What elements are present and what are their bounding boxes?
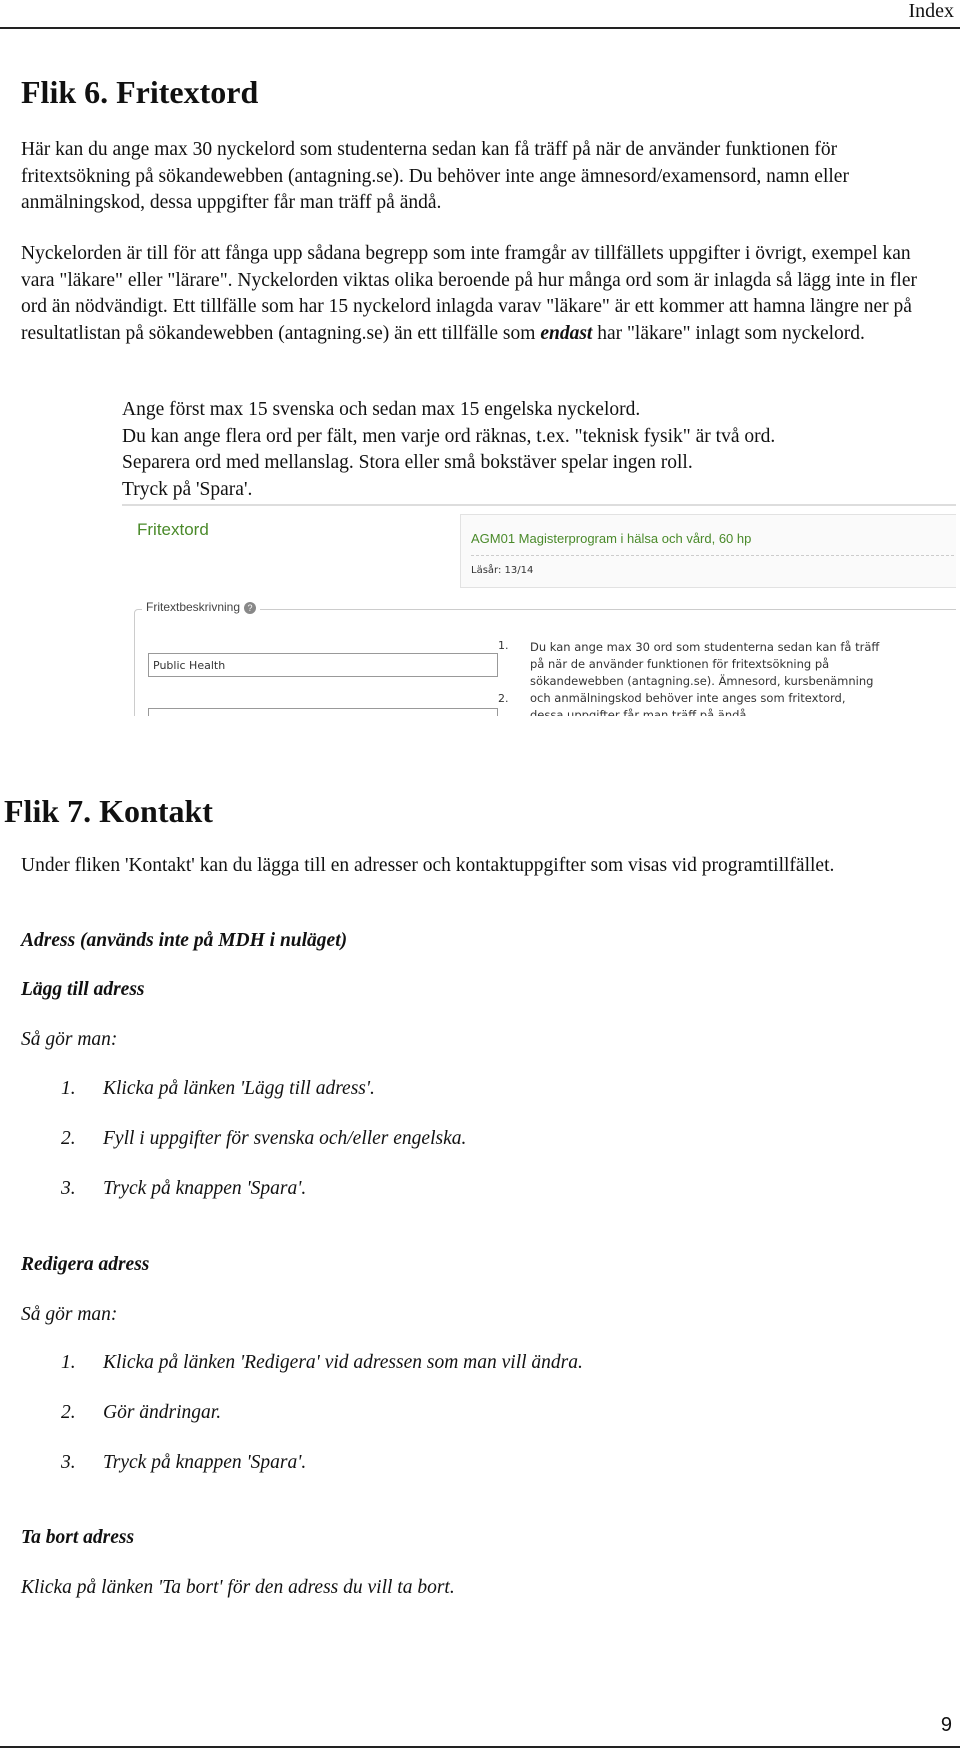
number-1: 1. [498, 639, 509, 652]
page-number: 9 [940, 1714, 952, 1736]
instruction-line: Du kan ange flera ord per fält, men varj… [122, 425, 776, 447]
divider [471, 555, 956, 556]
section-title-flik7: Flik 7. Kontakt [4, 793, 213, 829]
remove-address-heading: Ta bort adress [21, 1527, 135, 1548]
step-number: 1. [61, 1352, 76, 1373]
step-text: Tryck på knappen 'Spara'. [103, 1178, 307, 1199]
paragraph-keywords: Nyckelorden är till för att fånga upp så… [21, 241, 931, 347]
address-heading: Adress (används inte på MDH i nuläget) [21, 930, 348, 951]
help-icon[interactable]: ? [244, 602, 257, 614]
add-address-heading: Lägg till adress [21, 979, 145, 1000]
step-text: Gör ändringar. [103, 1402, 222, 1423]
header-rule [0, 27, 960, 29]
remove-address-text: Klicka på länken 'Ta bort' för den adres… [21, 1577, 455, 1598]
step-text: Klicka på länken 'Lägg till adress'. [103, 1078, 375, 1099]
section-title-flik6: Flik 6. Fritextord [21, 74, 259, 110]
paragraph-intro: Här kan du ange max 30 nyckelord som stu… [21, 139, 849, 213]
step-text: Klicka på länken 'Redigera' vid adressen… [103, 1352, 583, 1373]
edit-address-heading: Redigera adress [21, 1254, 150, 1275]
screenshot-heading: Fritextord [137, 520, 209, 539]
fritextord-screenshot: Fritextord AGM01 Magisterprogram i hälsa… [122, 504, 956, 716]
step-number: 3. [61, 1178, 76, 1199]
emphasis: endast [540, 322, 593, 344]
fieldset-legend: Fritextbeskrivning? [142, 600, 261, 614]
how-to-label: Så gör man: [21, 1304, 118, 1325]
legend-text: Fritextbeskrivning [146, 600, 241, 614]
instruction-line: Tryck på 'Spara'. [122, 478, 253, 500]
instruction-list: Ange först max 15 svenska och sedan max … [122, 397, 775, 503]
step-number: 2. [61, 1128, 76, 1149]
keyword-input-2[interactable]: Caring Science with specialization in nu… [148, 708, 498, 716]
step-number: 3. [61, 1452, 76, 1473]
instruction-line: Ange först max 15 svenska och sedan max … [122, 399, 641, 420]
text: har "läkare" inlagt som nyckelord. [592, 322, 865, 344]
footer-rule [0, 1746, 960, 1748]
keyword-input-1[interactable]: Public Health [148, 653, 498, 677]
academic-year: Läsår: 13/14 [471, 565, 534, 576]
step-text: Tryck på knappen 'Spara'. [103, 1452, 307, 1473]
number-2: 2. [498, 692, 509, 705]
index-header: Index [908, 0, 954, 22]
step-text: Fyll i uppgifter för svenska och/eller e… [103, 1128, 467, 1149]
step-number: 1. [61, 1078, 76, 1099]
step-number: 2. [61, 1402, 76, 1423]
program-title: AGM01 Magisterprogram i hälsa och vård, … [471, 531, 752, 546]
paragraph-kontakt: Under fliken 'Kontakt' kan du lägga till… [21, 855, 835, 876]
help-text: Du kan ange max 30 ord som studenterna s… [530, 640, 880, 716]
how-to-label: Så gör man: [21, 1029, 118, 1050]
instruction-line: Separera ord med mellanslag. Stora eller… [122, 452, 693, 473]
program-box: AGM01 Magisterprogram i hälsa och vård, … [460, 514, 956, 588]
